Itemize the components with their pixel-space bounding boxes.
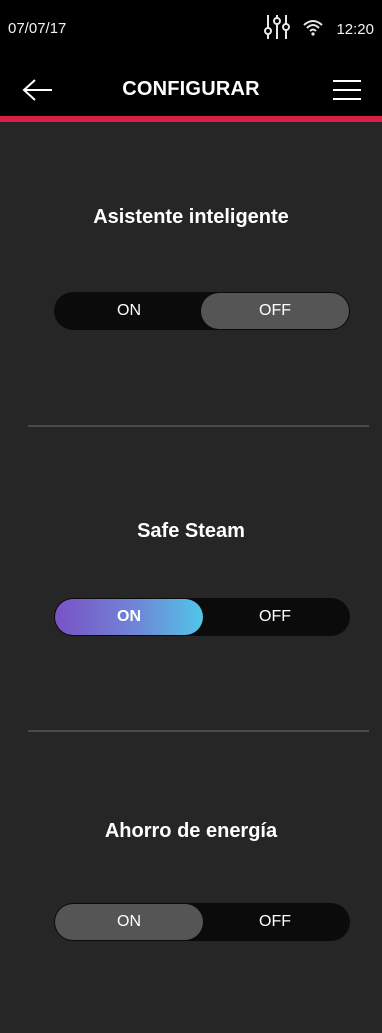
wifi-icon xyxy=(302,17,324,42)
divider xyxy=(28,730,369,732)
setting-title-safe-steam: Safe Steam xyxy=(137,520,245,542)
status-icons: 12:20 xyxy=(264,12,374,46)
back-button[interactable] xyxy=(18,70,58,110)
equalizer-icon xyxy=(264,13,291,46)
arrow-left-icon xyxy=(22,79,52,101)
status-time: 12:20 xyxy=(336,20,374,38)
toggle-ahorro-de-energia[interactable]: ON OFF xyxy=(54,903,350,941)
toggle-asistente-inteligente[interactable]: ON OFF xyxy=(54,292,350,330)
toggle-on-option[interactable]: ON xyxy=(55,293,203,329)
divider xyxy=(28,425,369,427)
status-bar: 07/07/17 12:20 xyxy=(0,0,382,62)
setting-title-ahorro-energia: Ahorro de energía xyxy=(104,820,278,842)
toggle-off-option[interactable]: OFF xyxy=(201,599,349,635)
toggle-on-option[interactable]: ON xyxy=(55,599,203,635)
toggle-safe-steam[interactable]: ON OFF xyxy=(54,598,350,636)
toggle-off-option[interactable]: OFF xyxy=(201,904,349,940)
toggle-off-option[interactable]: OFF xyxy=(201,293,349,329)
status-date: 07/07/17 xyxy=(8,20,67,37)
page-title: CONFIGURAR xyxy=(122,78,260,100)
hamburger-menu-icon xyxy=(333,80,361,100)
menu-button[interactable] xyxy=(328,70,366,110)
toggle-on-option[interactable]: ON xyxy=(55,904,203,940)
header-accent-line xyxy=(0,116,382,122)
setting-title-asistente: Asistente inteligente xyxy=(93,206,289,228)
